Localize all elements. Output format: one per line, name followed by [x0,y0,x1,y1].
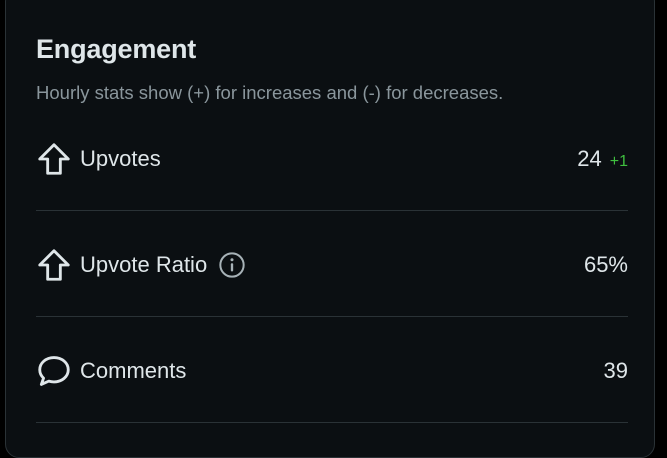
stat-row-comments: Comments 39 [36,351,628,391]
stat-value: 39 [603,358,628,383]
upvote-icon [34,245,74,285]
stat-value: 65% [583,252,628,277]
divider [36,316,628,317]
card-subtitle: Hourly stats show (+) for increases and … [36,82,504,103]
stat-row-upvote-ratio: Upvote Ratio 65% [36,245,628,285]
engagement-card: Engagement Hourly stats show (+) for inc… [5,0,655,458]
stat-row-upvotes: Upvotes 24 +1 [36,139,628,179]
stat-value-group: 24 +1 [577,146,628,172]
stat-value-group: 39 [604,358,628,384]
divider [36,210,628,211]
divider [36,422,628,423]
stat-delta: +1 [609,153,628,170]
upvote-icon [34,139,74,179]
info-icon[interactable] [217,250,247,280]
stat-label: Upvotes [80,146,161,171]
stat-label: Upvote Ratio [80,252,208,277]
stat-label: Comments [80,358,187,383]
stat-value: 24 [577,146,602,171]
stat-value-group: 65% [584,252,628,278]
card-title: Engagement [36,34,197,64]
comment-icon [34,351,74,391]
